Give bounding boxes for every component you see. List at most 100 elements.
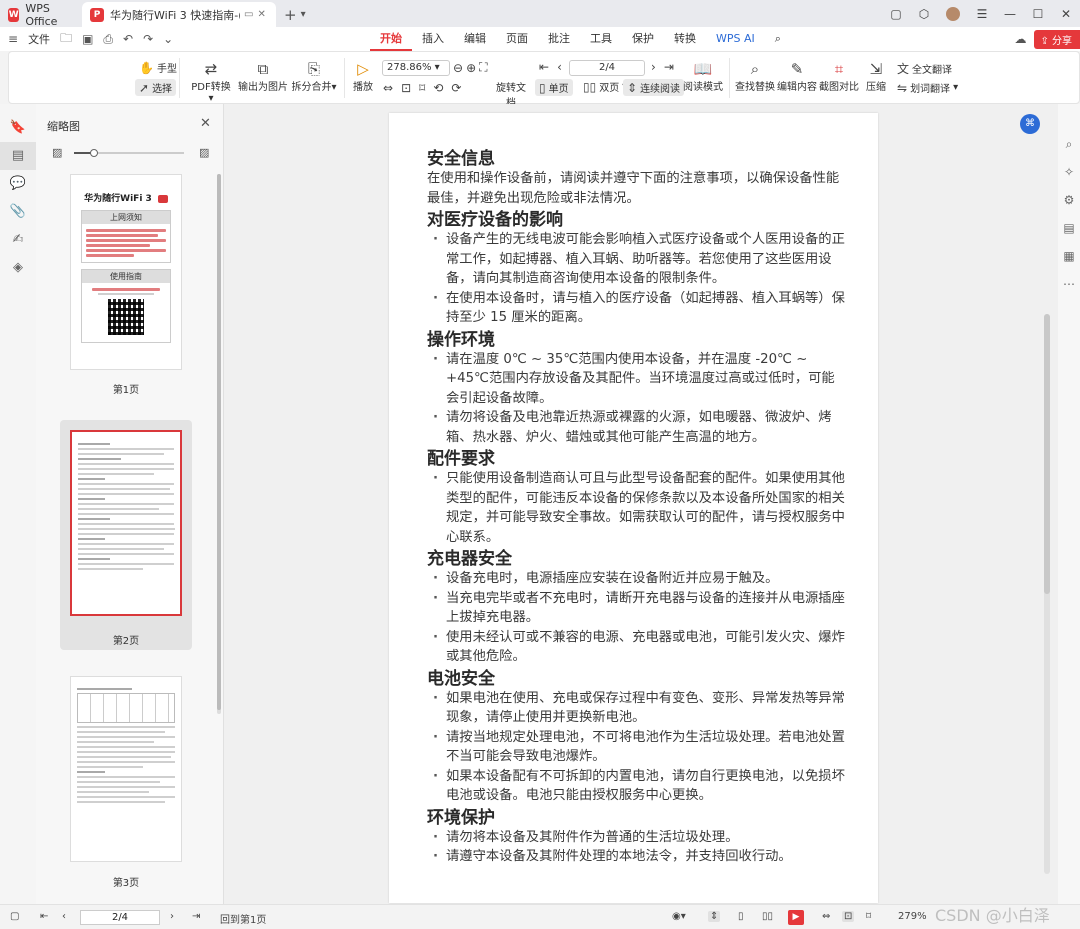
tab-wps-ai[interactable]: WPS AI [706,27,765,51]
menu-icon[interactable]: ☰ [968,7,996,21]
toggle-sidebar-icon[interactable]: ▢ [10,911,19,922]
document-scrollbar[interactable] [1044,314,1050,874]
grid-icon[interactable]: ▦ [1058,242,1080,270]
thumbnail-page-2[interactable]: 第2页 [60,420,192,650]
tab-annotate[interactable]: 批注 [538,27,580,51]
split-merge-button[interactable]: ⎘ 拆分合并▾ [290,60,338,93]
print-icon[interactable]: ⎙ [103,32,113,47]
large-image-icon[interactable]: ▨ [199,146,209,159]
first-page-icon[interactable]: ⇤ [539,60,549,74]
cloud-icon[interactable]: ☁ [1014,32,1026,46]
double-view-icon[interactable]: ▯▯ [762,911,773,922]
new-tab-button[interactable]: + [284,2,297,27]
save-icon[interactable]: ▣ [82,32,93,46]
close-window-icon[interactable]: ✕ [1052,7,1080,21]
folder-icon[interactable]: 🗀 [60,29,72,50]
actual-size-icon[interactable]: ⊡ [401,81,411,95]
search-icon[interactable]: ⌕ [1058,130,1080,158]
crop-icon[interactable]: ⌑ [866,911,871,922]
maximize-icon[interactable]: ☐ [1024,7,1052,21]
small-image-icon[interactable]: ▨ [52,146,62,159]
continuous-view-icon[interactable]: ⇕ [708,911,721,922]
hand-tool[interactable]: ✋ 手型 [139,60,177,76]
next-page-icon[interactable]: › [170,911,174,922]
search-icon[interactable]: ⌕ [765,27,791,51]
thumbnail-scrollbar-thumb[interactable] [217,174,221,710]
attachment-icon[interactable]: 📎 [0,198,36,226]
crop-icon[interactable]: ⌑ [419,81,425,95]
tab-close-icon[interactable]: ✕ [257,9,265,20]
tab-protect[interactable]: 保护 [622,27,664,51]
play-button[interactable]: ▷ 播放 [349,60,377,93]
screenshot-compare-button[interactable]: ⌗ 截图对比 [819,60,859,93]
fit-width-icon[interactable]: ⇔ [383,81,393,95]
avatar[interactable] [946,6,960,21]
tablet-mode-icon[interactable]: ▢ [882,7,910,21]
zoom-input[interactable]: 278.86% ▾ [382,60,450,76]
fit-width-icon[interactable]: ⇔ [822,911,830,922]
thumbnail-page-1[interactable]: 华为随行WiFi 3 上网须知 使用指南 第1页 [60,174,192,399]
single-view-icon[interactable]: ▯ [738,911,744,922]
bookmark-icon[interactable]: 🔖 [0,114,36,142]
tab-convert[interactable]: 转换 [664,27,706,51]
fit-page-icon[interactable]: ⛶ [479,60,487,75]
document-tab[interactable]: P 华为随行WiFi 3 快速指南-(E5 ▭ ✕ [82,2,276,27]
status-page-input[interactable]: 2/4 [80,910,160,925]
word-translate-button[interactable]: ⇋ 划词翻译 ▾ [897,80,958,96]
comment-icon[interactable]: 💬 [0,170,36,198]
export-image-button[interactable]: ⧉ 输出为图片 [237,60,289,93]
find-replace-button[interactable]: ⌕ 查找替换 [735,60,775,93]
thumbnail-page-3[interactable]: 第3页 [60,666,192,896]
thumbnail-icon[interactable]: ▤ [0,142,36,170]
read-mode-button[interactable]: 📖 阅读模式 [683,60,723,93]
select-tool[interactable]: ➚ 选择 [135,79,177,96]
play-icon[interactable]: ▶ [788,910,804,925]
file-menu[interactable]: 文件 [28,31,50,47]
thumbnail-size-slider[interactable]: ▨ ▨ [52,146,212,160]
settings-sliders-icon[interactable]: ⚙ [1058,186,1080,214]
rotate-right-icon[interactable]: ⟳ [451,81,461,95]
status-zoom[interactable]: 279% [898,911,927,922]
ai-assistant-icon[interactable]: ⌘ [1020,114,1040,134]
cube-icon[interactable]: ⬡ [910,7,938,21]
pdf-convert-button[interactable]: ⇄ PDF转换▾ [189,60,233,104]
compress-button[interactable]: ⇲ 压缩 [861,60,891,93]
wps-office-tab[interactable]: W WPS Office [0,2,82,28]
next-page-icon[interactable]: › [651,60,656,74]
tab-page[interactable]: 页面 [496,27,538,51]
book-icon[interactable]: ▤ [1058,214,1080,242]
redo-icon[interactable]: ↷ [143,32,153,46]
tab-window-icon[interactable]: ▭ [244,9,253,20]
signature-icon[interactable]: ✍ [0,226,36,254]
magic-icon[interactable]: ✧ [1058,158,1080,186]
last-page-icon[interactable]: ⇥ [664,60,674,74]
zoom-in-icon[interactable]: ⊕ [466,61,476,75]
hamburger-icon[interactable]: ≡ [8,32,18,46]
tab-insert[interactable]: 插入 [412,27,454,51]
full-translate-button[interactable]: 文 全文翻译 [897,60,952,77]
more-icon[interactable]: ⌄ [163,32,173,46]
share-button[interactable]: ⇪ 分享 [1034,29,1080,49]
close-icon[interactable]: ✕ [200,116,211,131]
prev-page-icon[interactable]: ‹ [62,911,66,922]
eye-icon[interactable]: ◉▾ [672,911,686,922]
tab-edit[interactable]: 编辑 [454,27,496,51]
tab-dropdown-icon[interactable]: ▾ [301,2,306,27]
minimize-icon[interactable]: — [996,7,1024,21]
tab-start[interactable]: 开始 [370,27,412,51]
edit-content-button[interactable]: ✎ 编辑内容 [777,60,817,93]
slider-knob[interactable] [89,149,98,157]
more-icon[interactable]: ⋯ [1058,270,1080,298]
layers-icon[interactable]: ◈ [0,254,36,282]
fit-page-icon[interactable]: ⊡ [842,911,855,922]
single-page-button[interactable]: ▯ 单页 [535,79,573,96]
double-page-button[interactable]: ▯▯ 双页▾ [583,79,627,95]
first-page-icon[interactable]: ⇤ [40,911,48,922]
page-input[interactable]: 2/4 [569,60,645,76]
zoom-out-icon[interactable]: ⊖ [453,61,463,75]
rotate-left-icon[interactable]: ⟲ [433,81,443,95]
document-scrollbar-thumb[interactable] [1044,314,1050,594]
undo-icon[interactable]: ↶ [123,32,133,46]
continuous-read-button[interactable]: ⇕ 连续阅读 [623,79,685,96]
last-page-icon[interactable]: ⇥ [192,911,200,922]
